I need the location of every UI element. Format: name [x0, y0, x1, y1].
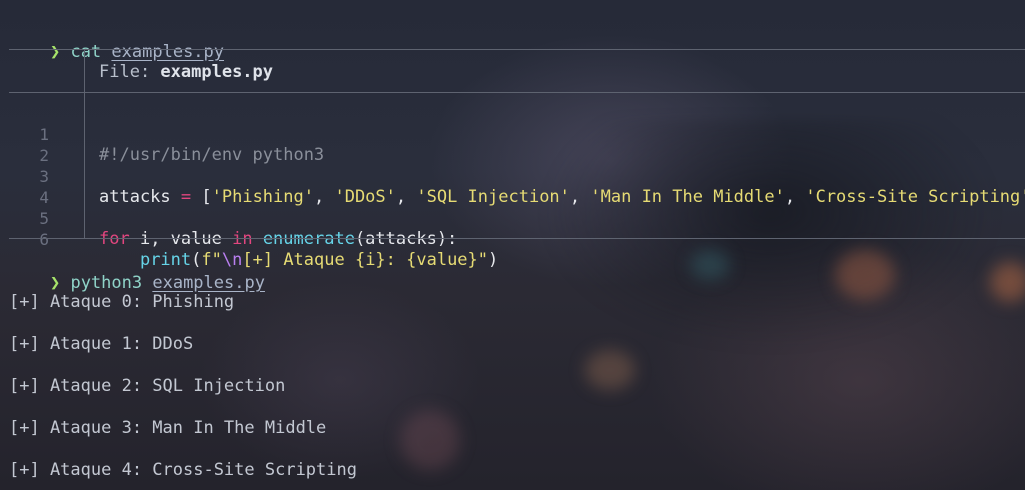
header-separator	[9, 92, 1025, 93]
output-line: [+] Ataque 4: Cross-Site Scripting	[9, 460, 357, 480]
output-line: [+] Ataque 2: SQL Injection	[9, 376, 286, 396]
for-loop-statement: for i, value in enumerate(attacks):	[99, 229, 458, 249]
prompt-line-python: ❯ python3 examples.py	[9, 250, 265, 293]
shebang-comment: #!/usr/bin/env python3	[99, 145, 325, 165]
wallpaper-light	[990, 262, 1025, 302]
code-line-4: 4	[0, 166, 49, 207]
output-line: [+] Ataque 3: Man In The Middle	[9, 418, 327, 438]
file-path-link[interactable]: examples.py	[152, 273, 265, 293]
code-line-6: 6 print(f"\n[+] Ataque {i}: {value}")	[0, 208, 498, 270]
file-header-label: File:	[99, 62, 161, 82]
file-header-name: examples.py	[160, 62, 274, 82]
wallpaper-light	[400, 410, 460, 470]
code-line-1: 1 #!/usr/bin/env python3	[0, 103, 324, 165]
file-path-link[interactable]: examples.py	[111, 42, 224, 62]
command-name: python3	[70, 273, 143, 293]
code-line-5: 5 for i, value in enumerate(attacks):	[0, 187, 457, 249]
code-line-2: 2	[0, 124, 49, 165]
code-line-3: 3 attacks = ['Phishing', 'DDoS', 'SQL In…	[0, 145, 1025, 207]
wallpaper-building-silhouette	[540, 120, 1000, 350]
wallpaper-light	[690, 250, 730, 280]
gutter-divider	[84, 50, 85, 239]
frame-bottom-border	[9, 238, 1025, 239]
wallpaper-light	[835, 250, 895, 300]
frame-top-border	[9, 49, 1025, 50]
prompt-chevron-icon: ❯	[49, 273, 61, 293]
prompt-line-cat: ❯ cat examples.py	[9, 19, 224, 62]
output-line: [+] Ataque 0: Phishing	[9, 292, 235, 312]
prompt-chevron-icon: ❯	[49, 42, 61, 62]
file-header: File: examples.py	[99, 61, 273, 83]
wallpaper-light	[585, 350, 635, 390]
attacks-assignment: attacks = ['Phishing', 'DDoS', 'SQL Inje…	[99, 187, 1025, 207]
output-line: [+] Ataque 1: DDoS	[9, 334, 194, 354]
line-number: 6	[39, 230, 49, 249]
command-name: cat	[70, 42, 102, 62]
